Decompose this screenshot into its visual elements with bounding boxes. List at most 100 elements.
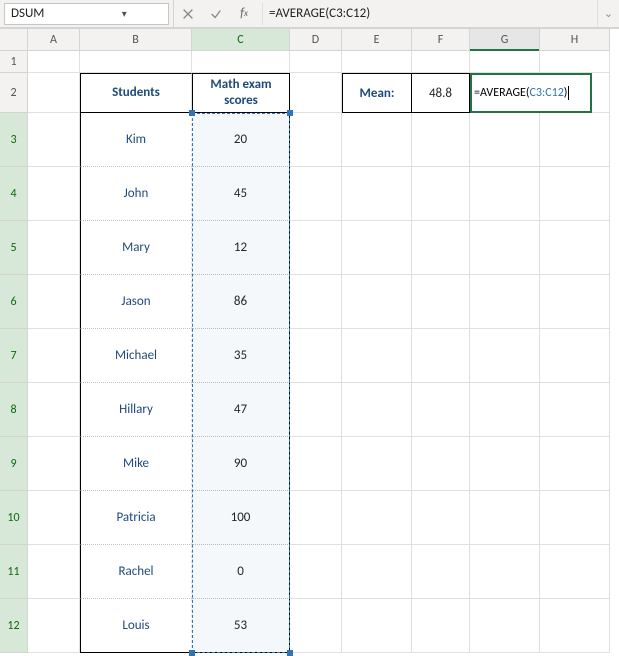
cell-F5[interactable] bbox=[412, 221, 470, 275]
expand-formula-bar-button[interactable]: ⌄ bbox=[597, 0, 619, 27]
student-name[interactable]: John bbox=[80, 167, 192, 221]
cell-G8[interactable] bbox=[470, 383, 540, 437]
student-name[interactable]: Rachel bbox=[80, 545, 192, 599]
row-header-11[interactable]: 11 bbox=[0, 545, 28, 599]
formula-bar-input[interactable]: =AVERAGE(C3:C12) bbox=[262, 3, 597, 25]
cell-G11[interactable] bbox=[470, 545, 540, 599]
row-header-4[interactable]: 4 bbox=[0, 167, 28, 221]
student-name[interactable]: Patricia bbox=[80, 491, 192, 545]
select-all-corner[interactable] bbox=[0, 29, 28, 51]
student-name[interactable]: Michael bbox=[80, 329, 192, 383]
cell-H11[interactable] bbox=[540, 545, 610, 599]
cell-G6[interactable] bbox=[470, 275, 540, 329]
cell-A4[interactable] bbox=[28, 167, 80, 221]
cell-D7[interactable] bbox=[290, 329, 342, 383]
col-header-C[interactable]: C bbox=[192, 29, 290, 51]
cell-F1[interactable] bbox=[412, 51, 470, 73]
row-header-12[interactable]: 12 bbox=[0, 599, 28, 653]
cell-A5[interactable] bbox=[28, 221, 80, 275]
cell-G4[interactable] bbox=[470, 167, 540, 221]
col-header-E[interactable]: E bbox=[342, 29, 412, 51]
cell-D12[interactable] bbox=[290, 599, 342, 653]
cell-F9[interactable] bbox=[412, 437, 470, 491]
chevron-down-icon[interactable]: ▾ bbox=[87, 7, 163, 20]
cell-E5[interactable] bbox=[342, 221, 412, 275]
student-score[interactable]: 100 bbox=[192, 491, 290, 545]
student-score[interactable]: 0 bbox=[192, 545, 290, 599]
cell-A2[interactable] bbox=[28, 73, 80, 113]
insert-function-button[interactable]: fx bbox=[230, 0, 258, 27]
table-header-students[interactable]: Students bbox=[80, 73, 192, 113]
cell-F11[interactable] bbox=[412, 545, 470, 599]
cell-A11[interactable] bbox=[28, 545, 80, 599]
student-name[interactable]: Kim bbox=[80, 113, 192, 167]
cancel-formula-button[interactable] bbox=[174, 0, 202, 27]
cell-F3[interactable] bbox=[412, 113, 470, 167]
student-name[interactable]: Hillary bbox=[80, 383, 192, 437]
spreadsheet-grid[interactable]: A B C D E F G H 1 2 Students Math exam s… bbox=[0, 28, 619, 653]
student-score[interactable]: 45 bbox=[192, 167, 290, 221]
student-score[interactable]: 12 bbox=[192, 221, 290, 275]
cell-A3[interactable] bbox=[28, 113, 80, 167]
name-box[interactable]: DSUM ▾ bbox=[4, 3, 169, 25]
student-score[interactable]: 47 bbox=[192, 383, 290, 437]
student-name[interactable]: Louis bbox=[80, 599, 192, 653]
cell-D2[interactable] bbox=[290, 73, 342, 113]
cell-D9[interactable] bbox=[290, 437, 342, 491]
cell-D3[interactable] bbox=[290, 113, 342, 167]
col-header-F[interactable]: F bbox=[412, 29, 470, 51]
row-header-9[interactable]: 9 bbox=[0, 437, 28, 491]
cell-G12[interactable] bbox=[470, 599, 540, 653]
student-score[interactable]: 90 bbox=[192, 437, 290, 491]
cell-H12[interactable] bbox=[540, 599, 610, 653]
cell-H8[interactable] bbox=[540, 383, 610, 437]
col-header-H[interactable]: H bbox=[540, 29, 610, 51]
cell-A8[interactable] bbox=[28, 383, 80, 437]
cell-F7[interactable] bbox=[412, 329, 470, 383]
cell-E9[interactable] bbox=[342, 437, 412, 491]
row-header-2[interactable]: 2 bbox=[0, 73, 28, 113]
cell-G3[interactable] bbox=[470, 113, 540, 167]
mean-label-cell[interactable]: Mean: bbox=[342, 73, 412, 113]
student-name[interactable]: Jason bbox=[80, 275, 192, 329]
row-header-6[interactable]: 6 bbox=[0, 275, 28, 329]
student-score[interactable]: 53 bbox=[192, 599, 290, 653]
row-header-10[interactable]: 10 bbox=[0, 491, 28, 545]
cell-E4[interactable] bbox=[342, 167, 412, 221]
cell-H6[interactable] bbox=[540, 275, 610, 329]
cell-A6[interactable] bbox=[28, 275, 80, 329]
row-header-7[interactable]: 7 bbox=[0, 329, 28, 383]
cell-D1[interactable] bbox=[290, 51, 342, 73]
cell-G10[interactable] bbox=[470, 491, 540, 545]
enter-formula-button[interactable] bbox=[202, 0, 230, 27]
cell-H1[interactable] bbox=[540, 51, 610, 73]
cell-D4[interactable] bbox=[290, 167, 342, 221]
cell-D11[interactable] bbox=[290, 545, 342, 599]
cell-F10[interactable] bbox=[412, 491, 470, 545]
cell-D8[interactable] bbox=[290, 383, 342, 437]
cell-E7[interactable] bbox=[342, 329, 412, 383]
student-score[interactable]: 86 bbox=[192, 275, 290, 329]
cell-A7[interactable] bbox=[28, 329, 80, 383]
cell-F8[interactable] bbox=[412, 383, 470, 437]
cell-A10[interactable] bbox=[28, 491, 80, 545]
cell-F12[interactable] bbox=[412, 599, 470, 653]
cell-E1[interactable] bbox=[342, 51, 412, 73]
cell-D6[interactable] bbox=[290, 275, 342, 329]
cell-D10[interactable] bbox=[290, 491, 342, 545]
cell-G5[interactable] bbox=[470, 221, 540, 275]
cell-H10[interactable] bbox=[540, 491, 610, 545]
cell-F6[interactable] bbox=[412, 275, 470, 329]
row-header-3[interactable]: 3 bbox=[0, 113, 28, 167]
cell-H9[interactable] bbox=[540, 437, 610, 491]
mean-value-cell[interactable]: 48.8 bbox=[412, 73, 470, 113]
cell-E11[interactable] bbox=[342, 545, 412, 599]
cell-D5[interactable] bbox=[290, 221, 342, 275]
cell-A1[interactable] bbox=[28, 51, 80, 73]
cell-H7[interactable] bbox=[540, 329, 610, 383]
cell-E12[interactable] bbox=[342, 599, 412, 653]
cell-E8[interactable] bbox=[342, 383, 412, 437]
student-score[interactable]: 20 bbox=[192, 113, 290, 167]
cell-E10[interactable] bbox=[342, 491, 412, 545]
cell-G7[interactable] bbox=[470, 329, 540, 383]
